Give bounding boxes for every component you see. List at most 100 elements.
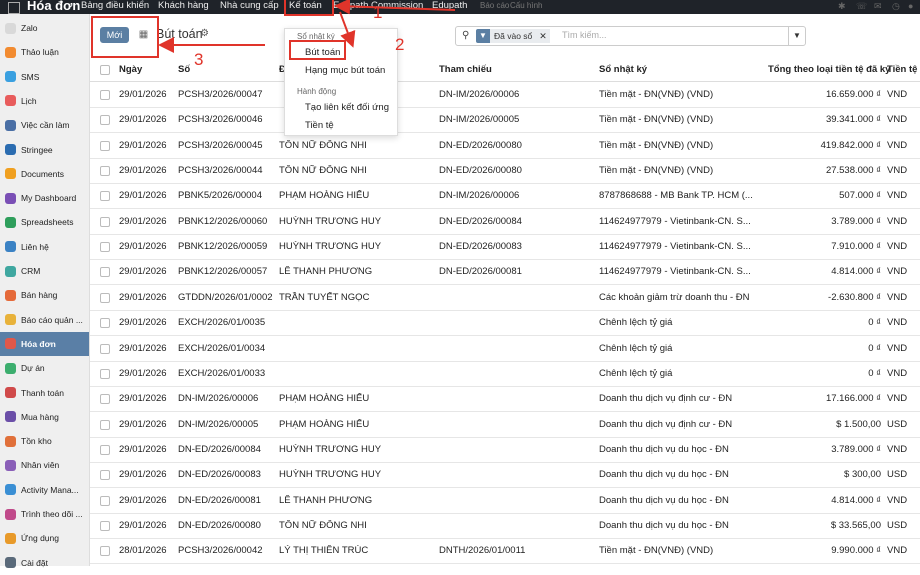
sidebar-item[interactable]: Stringee	[0, 138, 89, 162]
sidebar-item[interactable]: Activity Mana...	[0, 478, 89, 502]
bug-icon[interactable]: ✱	[838, 1, 846, 12]
sidebar-item[interactable]: Báo cáo quản ...	[0, 308, 89, 332]
cell-amount: 7.910.000 ₫	[831, 241, 881, 253]
cell-currency: USD	[887, 418, 908, 430]
table-row[interactable]: 29/01/2026 PCSH3/2026/00044 TÔN NỮ ĐÔNG NH…	[90, 158, 920, 185]
menu-vendors[interactable]: Nhà cung cấp	[220, 0, 279, 12]
row-checkbox[interactable]	[100, 318, 110, 329]
table-row[interactable]: 29/01/2026 PBNK12/2026/00057 LÊ THANH PHƯƠ…	[90, 259, 920, 286]
table-row[interactable]: 29/01/2026 PCSH3/2026/00045 TÔN NỮ ĐÔNG NH…	[90, 133, 920, 159]
menu-item-currencies[interactable]: Tiền tệ	[305, 120, 334, 131]
table-row[interactable]: 29/01/2026 DN-ED/2026/00084 HUỲNH TRƯƠNG H…	[90, 437, 920, 463]
table-row[interactable]: 29/01/2026 PBNK12/2026/00060 HUỲNH TRƯƠNG …	[90, 209, 920, 235]
row-checkbox[interactable]	[100, 419, 110, 430]
row-checkbox[interactable]	[100, 140, 110, 151]
table-row[interactable]: 29/01/2026 DN-IM/2026/00006 PHẠM HOÀNG HIẾ…	[90, 386, 920, 413]
header-currency[interactable]: Tiền tệ	[887, 64, 917, 75]
table-row[interactable]: 29/01/2026 EXCH/2026/01/0034 Chênh lệch tỷ…	[90, 336, 920, 362]
annotation-step-3: 3	[194, 50, 204, 69]
search-bar[interactable]: ⚲ ▼ Đã vào sổ ✕ Tìm kiếm... ▼	[455, 26, 806, 46]
menu-dashboard[interactable]: Bảng điều khiển	[81, 0, 149, 12]
header-number[interactable]: Số	[178, 64, 190, 75]
cell-amount: 4.814.000 ₫	[831, 494, 881, 506]
sidebar-item[interactable]: Việc cần làm	[0, 113, 89, 137]
table-row[interactable]: 29/01/2026 EXCH/2026/01/0035 Chênh lệch tỷ…	[90, 310, 920, 337]
menu-item-reconcile[interactable]: Tạo liên kết đối ứng	[305, 102, 389, 113]
row-checkbox[interactable]	[100, 166, 110, 177]
row-checkbox[interactable]	[100, 444, 110, 455]
menu-edupath[interactable]: Edupath	[432, 0, 467, 12]
sidebar-item[interactable]: Trình theo dõi ...	[0, 502, 89, 526]
header-reference[interactable]: Tham chiếu	[439, 64, 492, 75]
table-row[interactable]: 29/01/2026 EXCH/2026/01/0033 Chênh lệch tỷ…	[90, 361, 920, 387]
avatar-icon[interactable]: ●	[908, 1, 913, 11]
row-checkbox[interactable]	[100, 368, 110, 379]
menu-configuration[interactable]: Cấu hình	[510, 0, 542, 12]
menu-customers[interactable]: Khách hàng	[158, 0, 209, 12]
sidebar-item[interactable]: Zalo	[0, 16, 89, 40]
close-icon[interactable]: ✕	[536, 29, 550, 43]
cell-currency: VND	[887, 165, 908, 177]
gear-icon[interactable]: ⚙	[200, 28, 209, 39]
sidebar-item[interactable]: Spreadsheets	[0, 210, 89, 234]
header-date[interactable]: Ngày	[119, 64, 142, 75]
row-checkbox[interactable]	[100, 343, 110, 354]
sidebar-item[interactable]: Dự án	[0, 356, 89, 380]
table-row[interactable]: 29/01/2026 DN-ED/2026/00081 LÊ THANH PHƯƠN…	[90, 488, 920, 514]
chevron-down-icon[interactable]: ▼	[788, 27, 805, 45]
row-checkbox[interactable]	[100, 292, 110, 303]
sidebar-item[interactable]: My Dashboard	[0, 186, 89, 210]
select-all-checkbox[interactable]	[100, 65, 110, 75]
sidebar-item[interactable]: SMS	[0, 65, 89, 89]
search-input[interactable]: Tìm kiếm...	[562, 30, 607, 40]
row-checkbox[interactable]	[100, 495, 110, 506]
table-row[interactable]: 29/01/2026 PCSH3/2026/00047 DN-IM/2026/000…	[90, 82, 920, 108]
sidebar-item[interactable]: Lịch	[0, 89, 89, 113]
table-row[interactable]: 29/01/2026 DN-IM/2026/00005 PHẠM HOÀNG HIẾ…	[90, 412, 920, 438]
sidebar-item[interactable]: Tồn kho	[0, 429, 89, 453]
header-amount[interactable]: Tổng theo loại tiền tệ đã ký	[768, 64, 890, 75]
cell-date: 29/01/2026	[119, 139, 167, 151]
table-row[interactable]: 29/01/2026 PBNK5/2026/00004 PHẠM HOÀNG HIẾ…	[90, 183, 920, 210]
table-row[interactable]: 29/01/2026 PCSH3/2026/00046 DN-IM/2026/000…	[90, 107, 920, 134]
sidebar-item[interactable]: Documents	[0, 162, 89, 186]
sidebar-item[interactable]: Liên hệ	[0, 235, 89, 259]
sidebar-item[interactable]: CRM	[0, 259, 89, 283]
sidebar-item[interactable]: Thanh toán	[0, 381, 89, 405]
menu-item-journal-items[interactable]: Hạng mục bút toán	[305, 65, 385, 76]
search-icon[interactable]: ⚲	[462, 30, 469, 41]
chat-icon[interactable]: ✉	[874, 1, 882, 12]
row-checkbox[interactable]	[100, 520, 110, 531]
phone-icon[interactable]: ☏	[856, 1, 867, 12]
row-checkbox[interactable]	[100, 470, 110, 481]
clock-icon[interactable]: ◷	[892, 1, 900, 12]
header-journal[interactable]: Sổ nhật ký	[599, 64, 647, 75]
sidebar-item-label: Tồn kho	[21, 436, 52, 447]
sidebar-item[interactable]: Cài đặt	[0, 551, 89, 575]
row-checkbox[interactable]	[100, 546, 110, 557]
sidebar-item[interactable]: Hóa đơn	[0, 331, 89, 356]
row-checkbox[interactable]	[100, 90, 110, 100]
sidebar-item[interactable]: Bán hàng	[0, 283, 89, 307]
cell-date: 29/01/2026	[119, 89, 167, 100]
sidebar-item[interactable]: Ứng dụng	[0, 526, 89, 550]
cell-date: 29/01/2026	[119, 266, 167, 278]
table-row[interactable]: 29/01/2026 DN-ED/2026/00083 HUỲNH TRƯƠNG H…	[90, 462, 920, 489]
table-row[interactable]: 29/01/2026 PBNK12/2026/00059 HUỲNH TRƯƠNG …	[90, 234, 920, 261]
app-menu-icon[interactable]	[8, 2, 20, 14]
row-checkbox[interactable]	[100, 216, 110, 227]
sidebar-item[interactable]: Thảo luận	[0, 40, 89, 64]
row-checkbox[interactable]	[100, 267, 110, 278]
app-title[interactable]: Hóa đơn	[27, 0, 80, 13]
row-checkbox[interactable]	[100, 242, 110, 253]
row-checkbox[interactable]	[100, 191, 110, 202]
table-row[interactable]: 29/01/2026 DN-ED/2026/00080 TÔN NỮ ĐÔNG NH…	[90, 513, 920, 539]
row-checkbox[interactable]	[100, 394, 110, 405]
row-checkbox[interactable]	[100, 115, 110, 126]
sidebar-item[interactable]: Nhân viên	[0, 453, 89, 477]
table-row[interactable]: 28/01/2026 PCSH3/2026/00042 LÝ THỊ THIÊN T…	[90, 538, 920, 565]
cell-date: 29/01/2026	[119, 418, 167, 430]
menu-reports[interactable]: Báo cáo	[480, 0, 509, 12]
sidebar-item[interactable]: Mua hàng	[0, 405, 89, 429]
table-row[interactable]: 29/01/2026 GTDDN/2026/01/0002 TRẦN TUYẾT N…	[90, 285, 920, 311]
